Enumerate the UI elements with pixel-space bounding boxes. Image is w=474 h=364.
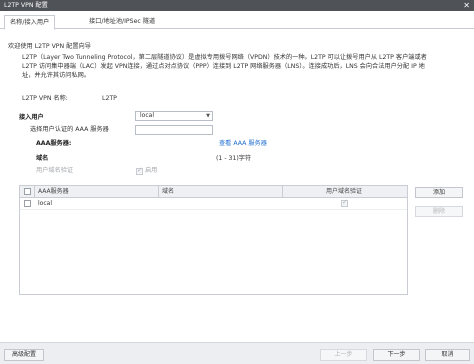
column-separator	[158, 186, 159, 198]
domain-auth-enable-label: 启用	[145, 167, 158, 174]
cancel-button[interactable]: 取消	[425, 349, 470, 361]
column-header-domain-auth[interactable]: 用户域名验证	[326, 186, 362, 198]
next-button[interactable]: 下一步	[373, 349, 420, 361]
aaa-domain-table: AAA服务器 域名 用户域名验证 local ✓	[19, 185, 408, 295]
column-separator	[34, 186, 35, 198]
intro-line-2: L2TP 访问集中器端（LAC）发起 VPN连接，通过点对点协议（PPP）连接到…	[22, 63, 425, 70]
prev-button[interactable]: 上一步	[320, 349, 367, 361]
row-checkbox[interactable]	[24, 200, 31, 207]
row-aaa-server: local	[38, 200, 52, 207]
tab-name-access-user[interactable]: 名称/接入用户	[4, 15, 56, 30]
tab-interface-pool-ipsec[interactable]: 接口/地址池/IPSec 隧道	[84, 15, 160, 29]
select-all-checkbox[interactable]	[24, 188, 31, 195]
domain-label: 域名	[36, 155, 49, 162]
domain-length-hint: (1 - 31)字符	[216, 155, 252, 162]
advanced-config-button[interactable]: 高级配置	[4, 349, 44, 361]
tab-bar: 名称/接入用户 接口/地址池/IPSec 隧道	[0, 15, 474, 30]
add-button[interactable]: 添加	[415, 187, 463, 198]
aaa-server-selected: local	[140, 112, 154, 119]
domain-auth-label: 用户域名验证	[36, 167, 74, 174]
chevron-down-icon: ▼	[206, 113, 210, 119]
close-icon[interactable]: ✕	[463, 0, 470, 11]
aaa-server-select[interactable]: local ▼	[135, 111, 213, 121]
column-header-aaa[interactable]: AAA服务器	[38, 186, 69, 198]
check-icon: ✓	[137, 166, 143, 174]
wizard-content: 欢迎使用 L2TP VPN 配置向导 L2TP（Layer Two Tunnel…	[0, 29, 474, 342]
intro-line-1: L2TP（Layer Two Tunneling Protocol，第二层隧道协…	[22, 54, 427, 61]
table-header: AAA服务器 域名 用户域名验证	[20, 186, 407, 198]
access-user-section-title: 接入用户	[19, 114, 44, 121]
aaa-server-label: AAA服务器:	[36, 140, 72, 147]
vpn-name-label: L2TP VPN 名称:	[22, 95, 68, 102]
intro-line-3: 址，并允许其访问私网。	[22, 72, 91, 79]
vpn-name-value: L2TP	[102, 95, 117, 102]
delete-button[interactable]: 删除	[415, 206, 463, 217]
welcome-text: 欢迎使用 L2TP VPN 配置向导	[8, 43, 91, 50]
check-icon: ✓	[342, 198, 348, 206]
column-header-domain[interactable]: 域名	[162, 186, 174, 198]
domain-auth-checkbox: ✓	[136, 166, 143, 175]
view-aaa-server-link[interactable]: 查看 AAA 服务器	[219, 140, 267, 148]
column-separator	[282, 186, 283, 198]
wizard-footer: 高级配置 上一步 下一步 取消	[0, 342, 474, 364]
row-domain-auth-checkbox: ✓	[341, 198, 348, 207]
window-title: L2TP VPN 配置	[4, 2, 48, 9]
table-row[interactable]: local ✓	[20, 198, 407, 210]
aaa-hint: 选择用户认证的 AAA 服务器	[30, 126, 109, 133]
domain-input[interactable]	[135, 125, 213, 135]
window-titlebar: L2TP VPN 配置 ✕	[0, 0, 474, 11]
